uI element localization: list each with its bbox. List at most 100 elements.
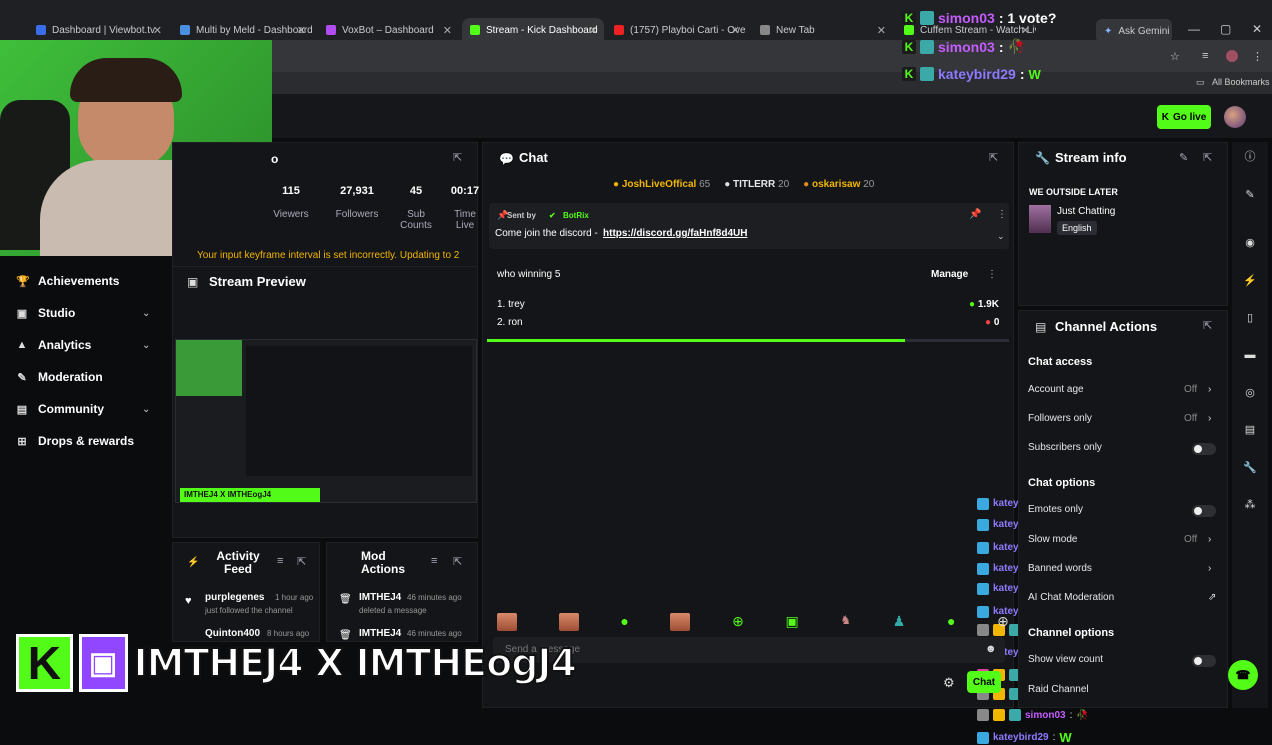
close-tab-icon[interactable]: ✕ — [297, 24, 306, 37]
emote-icon[interactable] — [670, 613, 691, 631]
popout-icon[interactable]: ⇱ — [989, 151, 998, 164]
followers-only-setting[interactable]: Followers only — [1028, 413, 1092, 424]
sidebar-item-drops-rewards[interactable]: ⊞ Drops & rewards — [16, 434, 134, 448]
star-icon[interactable]: ☆ — [1170, 50, 1180, 63]
send-chat-button[interactable]: Chat — [967, 671, 1001, 693]
close-tab-icon[interactable]: ✕ — [731, 24, 740, 37]
emote-icon[interactable]: ▣ — [785, 613, 798, 631]
tab-voxbot[interactable]: VoxBot – Dashboard ✕ — [318, 18, 458, 42]
chevron-down-icon[interactable]: ⌄ — [997, 231, 1005, 242]
chevron-right-icon[interactable]: › — [1208, 534, 1211, 545]
account-age-setting[interactable]: Account age — [1028, 384, 1084, 395]
emotes-only-toggle[interactable] — [1192, 505, 1216, 517]
popout-icon[interactable]: ⇱ — [1203, 151, 1212, 164]
emote-icon[interactable]: ● — [947, 613, 955, 631]
check-icon: ✔ — [549, 211, 556, 220]
chevron-right-icon[interactable]: › — [1208, 563, 1211, 574]
emote-icon[interactable]: ♟ — [893, 613, 906, 631]
tab-search-icon[interactable]: ≡ — [1202, 50, 1208, 62]
chat-message[interactable]: kateybird29:W — [977, 730, 1072, 745]
external-link-icon[interactable]: ⇗ — [1208, 592, 1216, 603]
sidebar-item-studio[interactable]: ▣ Studio — [16, 306, 76, 320]
info-icon[interactable]: ⓘ — [1240, 146, 1260, 166]
profile-icon[interactable] — [1226, 50, 1238, 62]
stream-name-banner: K ▣ IMTHEJ4 X IMTHEogJ4 — [16, 630, 578, 696]
kick-icon: K — [902, 11, 916, 25]
menu-icon[interactable]: ⋮ — [1252, 50, 1263, 63]
popout-icon[interactable]: ⇱ — [453, 555, 462, 568]
dashboard-icon[interactable]: ▤ — [1240, 419, 1260, 439]
badge-icon — [920, 11, 934, 25]
go-live-button[interactable]: K Go live — [1157, 105, 1211, 129]
favicon — [36, 25, 46, 35]
tab-youtube[interactable]: (1757) Playboi Carti - Over ✕ — [606, 18, 746, 42]
tab-multi[interactable]: Multi by Meld - Dashboard ✕ — [172, 18, 312, 42]
close-tab-icon[interactable]: ✕ — [877, 24, 886, 37]
more-icon[interactable]: ⋮ — [987, 269, 997, 280]
sidebar-item-moderation[interactable]: ✎ Moderation — [16, 370, 102, 384]
lightning-icon[interactable]: ⚡ — [1240, 270, 1260, 290]
sidebar-item-community[interactable]: ▤ Community — [16, 402, 104, 416]
sidebar-item-achievements[interactable]: 🏆 Achievements — [16, 274, 119, 288]
headset-icon: ☎ — [1235, 668, 1251, 682]
show-view-count-toggle[interactable] — [1192, 655, 1216, 667]
edit-layout-icon[interactable]: ✎ — [1240, 184, 1260, 204]
document-icon[interactable]: ▯ — [1240, 307, 1260, 327]
chat-username[interactable]: kateybird29 — [993, 732, 1049, 743]
maximize-icon[interactable]: ▢ — [1220, 22, 1231, 36]
subscribers-only-toggle[interactable] — [1192, 443, 1216, 455]
badge-icon — [920, 39, 934, 54]
tab-new[interactable]: New Tab ✕ — [752, 18, 892, 42]
chat-username[interactable]: simon03 — [1025, 710, 1066, 721]
edit-icon[interactable]: ✎ — [1179, 151, 1188, 164]
chevron-down-icon[interactable]: ⌄ — [142, 308, 150, 319]
filter-icon[interactable]: ≡ — [277, 555, 283, 567]
pin-icon[interactable]: 📌 — [969, 209, 981, 220]
raid-channel-setting[interactable]: Raid Channel — [1028, 684, 1089, 695]
close-tab-icon[interactable]: ✕ — [443, 24, 452, 37]
poll-manage-button[interactable]: Manage — [931, 269, 968, 280]
emote-icon[interactable] — [558, 613, 579, 631]
mod-actions-panel: Mod Actions ≡ ⇱ 🗑 IMTHEJ4 46 minutes ago… — [326, 542, 478, 642]
stream-preview-video[interactable]: IMTHEJ4 X IMTHEogJ4 — [175, 339, 477, 503]
more-icon[interactable]: ⋮ — [997, 209, 1007, 220]
tab-kick-dashboard[interactable]: Stream - Kick Dashboard ✕ — [462, 18, 604, 42]
emote-icon[interactable]: ♞ — [840, 613, 851, 631]
chat-message[interactable]: simon03: 🥀 — [977, 709, 1089, 721]
emoji-icon[interactable]: ☻ — [985, 643, 997, 655]
filter-icon[interactable]: ≡ — [431, 555, 437, 567]
chevron-down-icon[interactable]: ⌄ — [142, 404, 150, 415]
banned-words-setting[interactable]: Banned words — [1028, 563, 1092, 574]
minimize-icon[interactable]: — — [1188, 22, 1200, 36]
chat-icon[interactable]: ▬ — [1240, 345, 1260, 365]
sidebar-item-analytics[interactable]: ▲ Analytics — [16, 338, 92, 352]
scene-icon[interactable]: ◉ — [1240, 232, 1260, 252]
emote-icon[interactable] — [497, 613, 517, 631]
all-bookmarks-link[interactable]: All Bookmarks — [1212, 77, 1270, 87]
tab-viewbot[interactable]: Dashboard | Viewbot.tv ✕ — [28, 18, 168, 42]
slow-mode-setting[interactable]: Slow mode — [1028, 534, 1077, 545]
popout-icon[interactable]: ⇱ — [453, 151, 462, 164]
close-tab-icon[interactable]: ✕ — [153, 24, 162, 37]
popout-icon[interactable]: ⇱ — [1203, 319, 1212, 332]
settings-icon[interactable]: ⚙ — [943, 675, 955, 691]
ai-moderation-setting[interactable]: AI Chat Moderation — [1028, 592, 1114, 603]
close-window-icon[interactable]: ✕ — [1252, 22, 1262, 36]
chevron-down-icon[interactable]: ⌄ — [142, 340, 150, 351]
apps-icon[interactable]: ⁂ — [1240, 494, 1260, 514]
avatar[interactable] — [1224, 106, 1246, 128]
popout-icon[interactable]: ⇱ — [297, 555, 306, 568]
discord-link[interactable]: https://discord.gg/faHnf8d4UH — [603, 228, 747, 239]
wrench-icon[interactable]: 🔧 — [1240, 457, 1260, 477]
emote-icon[interactable]: ● — [620, 613, 628, 631]
chevron-right-icon[interactable]: › — [1208, 413, 1211, 424]
kick-icon: K — [1161, 111, 1169, 123]
poll-votes: ● 0 — [985, 317, 1000, 328]
broadcast-icon[interactable]: ◎ — [1240, 382, 1260, 402]
support-chat-button[interactable]: ☎ — [1228, 660, 1258, 690]
close-tab-icon[interactable]: ✕ — [589, 24, 598, 37]
chevron-right-icon[interactable]: › — [1208, 384, 1211, 395]
pinned-message[interactable]: 📌 Sent by ✔ BotRix Come join the discord… — [489, 203, 1009, 249]
emote-icon[interactable]: ⊕ — [997, 613, 1009, 631]
emote-icon[interactable]: ⊕ — [732, 613, 744, 631]
